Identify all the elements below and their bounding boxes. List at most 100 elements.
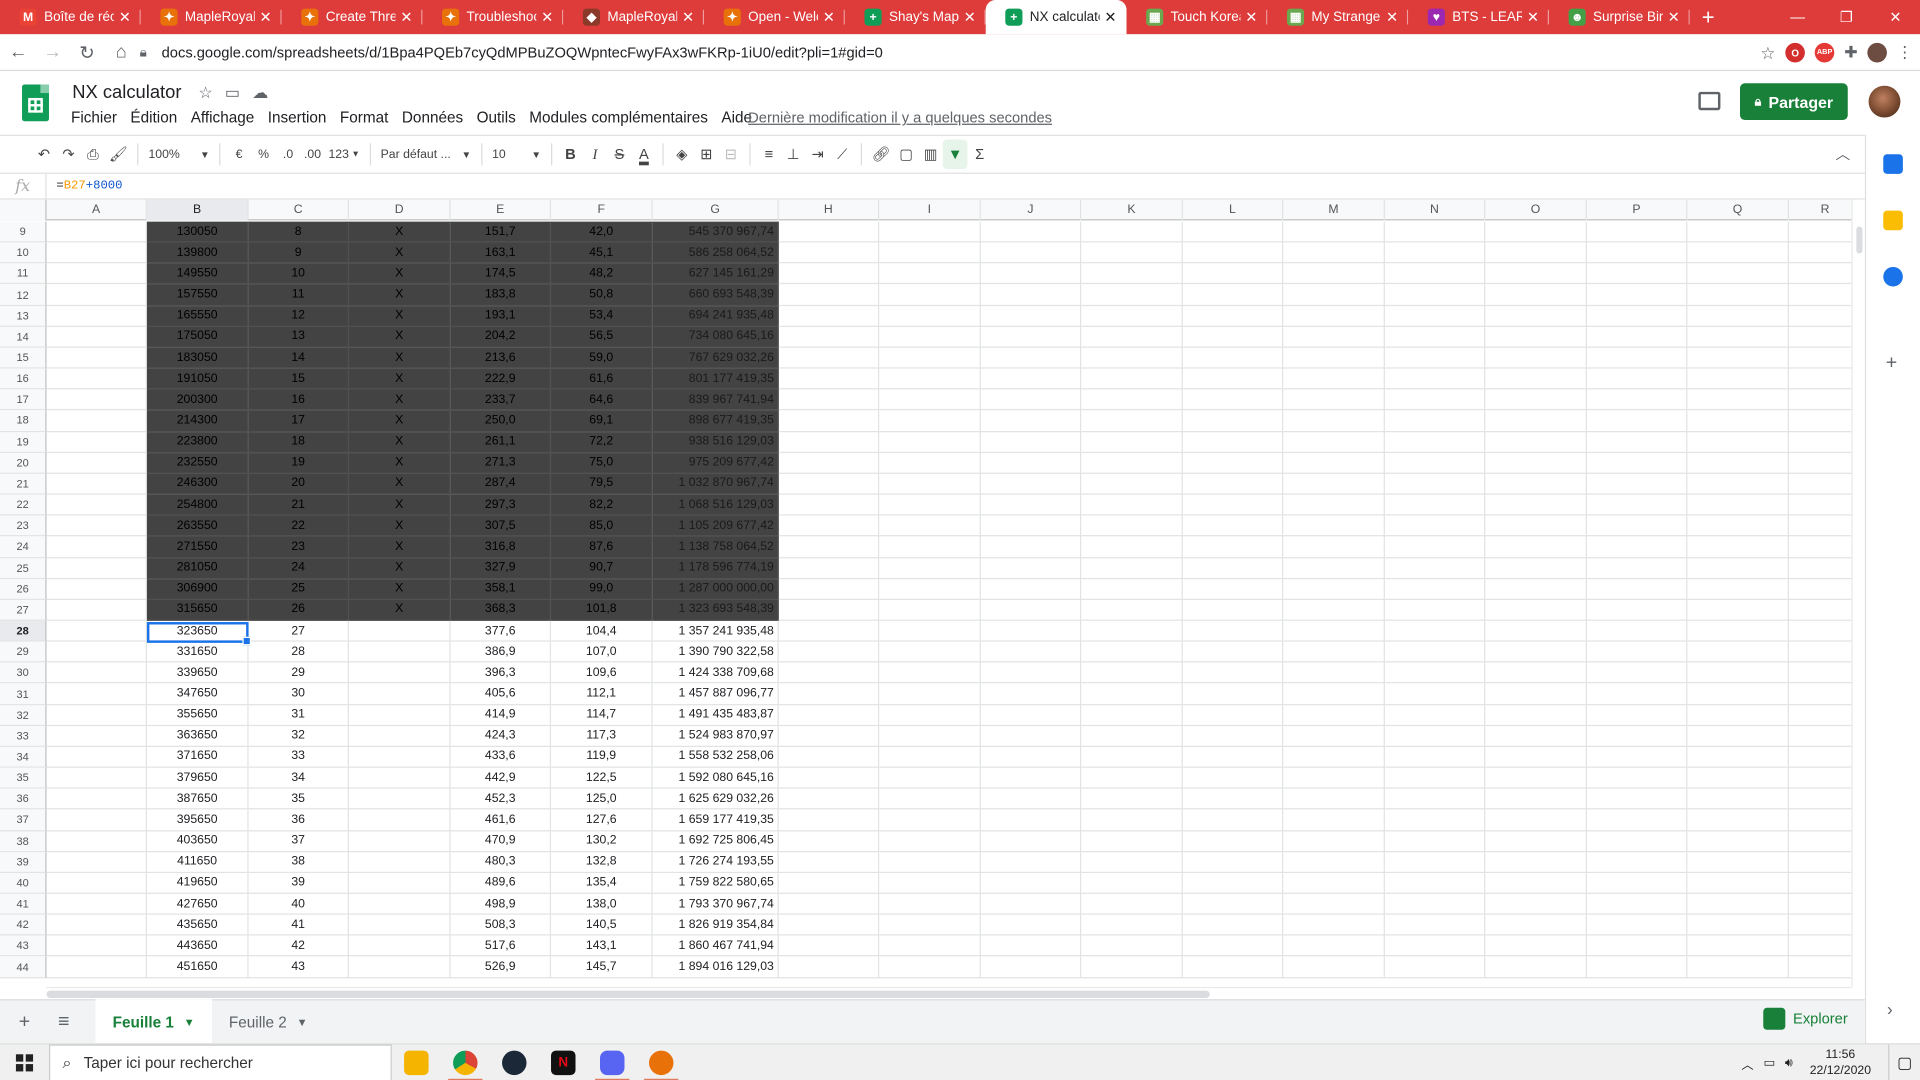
cell-g[interactable]: 694 241 935,48 — [652, 305, 779, 327]
cell-o[interactable] — [1485, 935, 1587, 957]
cell-d[interactable]: X — [348, 599, 451, 621]
cell-p[interactable] — [1586, 557, 1688, 579]
cell-k[interactable] — [1081, 809, 1183, 831]
cell-m[interactable] — [1283, 263, 1385, 285]
cell-q[interactable] — [1687, 242, 1789, 264]
cell-h[interactable] — [778, 410, 880, 432]
cell-k[interactable] — [1081, 536, 1183, 558]
cell-h[interactable] — [778, 620, 880, 642]
cell-p[interactable] — [1586, 788, 1688, 810]
close-tab-icon[interactable]: ✕ — [682, 9, 694, 26]
cell-e[interactable]: 386,9 — [450, 641, 552, 663]
cell-h[interactable] — [778, 263, 880, 285]
cell-f[interactable]: 119,9 — [551, 746, 653, 768]
row-header[interactable]: 29 — [0, 641, 47, 663]
cell-r[interactable] — [1788, 495, 1852, 516]
document-title[interactable]: NX calculator — [72, 82, 181, 103]
cell-f[interactable]: 56,5 — [551, 326, 653, 348]
bookmark-star-icon[interactable]: ☆ — [1760, 42, 1775, 63]
cell-q[interactable] — [1687, 452, 1789, 474]
cell-j[interactable] — [980, 809, 1082, 831]
cell-r[interactable] — [1788, 558, 1852, 579]
cell-j[interactable] — [980, 368, 1082, 390]
cell-e[interactable]: 480,3 — [450, 851, 552, 873]
cell-i[interactable] — [879, 410, 981, 432]
cell-d[interactable]: X — [348, 389, 451, 411]
cell-c[interactable]: 41 — [248, 914, 349, 936]
cell-k[interactable] — [1081, 410, 1183, 432]
cell-q[interactable] — [1687, 578, 1789, 600]
cell-m[interactable] — [1283, 536, 1385, 558]
cell-b[interactable]: 331650 — [146, 641, 249, 663]
cell-r[interactable] — [1788, 327, 1852, 348]
cell-e[interactable]: 271,3 — [450, 452, 552, 474]
cell-k[interactable] — [1081, 641, 1183, 663]
cell-k[interactable] — [1081, 599, 1183, 621]
cell-k[interactable] — [1081, 872, 1183, 894]
cell-r[interactable] — [1788, 285, 1852, 306]
cell-q[interactable] — [1687, 557, 1789, 579]
cell-m[interactable] — [1283, 872, 1385, 894]
cell-a[interactable] — [46, 578, 147, 600]
cell-o[interactable] — [1485, 956, 1587, 978]
taskbar-search[interactable]: ⌕ Taper ici pour rechercher — [48, 1043, 392, 1080]
cell-m[interactable] — [1283, 557, 1385, 579]
cell-k[interactable] — [1081, 389, 1183, 411]
cell-f[interactable]: 82,2 — [551, 494, 653, 516]
cell-o[interactable] — [1485, 767, 1587, 789]
cell-n[interactable] — [1384, 599, 1486, 621]
star-icon[interactable]: ☆ — [198, 83, 212, 103]
cell-g[interactable]: 1 793 370 967,74 — [652, 893, 779, 915]
cell-c[interactable]: 31 — [248, 704, 349, 726]
cell-q[interactable] — [1687, 536, 1789, 558]
cell-f[interactable]: 61,6 — [551, 368, 653, 390]
cell-f[interactable]: 42,0 — [551, 221, 653, 243]
cell-k[interactable] — [1081, 956, 1183, 978]
cell-m[interactable] — [1283, 914, 1385, 936]
cell-i[interactable] — [879, 725, 981, 747]
cell-g[interactable]: 1 759 822 580,65 — [652, 872, 779, 894]
cell-b[interactable]: 443650 — [146, 935, 249, 957]
cell-r[interactable] — [1788, 243, 1852, 264]
cell-h[interactable] — [778, 221, 880, 243]
cell-f[interactable]: 138,0 — [551, 893, 653, 915]
cell-j[interactable] — [980, 767, 1082, 789]
row-header[interactable]: 20 — [0, 452, 47, 474]
cell-m[interactable] — [1283, 767, 1385, 789]
column-header-d[interactable]: D — [349, 199, 451, 221]
cell-o[interactable] — [1485, 641, 1587, 663]
sheet-tab-2[interactable]: Feuille 2 ▼ — [212, 1000, 325, 1044]
cell-f[interactable]: 99,0 — [551, 578, 653, 600]
row-header[interactable]: 40 — [0, 872, 47, 894]
cell-o[interactable] — [1485, 284, 1587, 306]
vertical-align-icon[interactable]: ⊥ — [781, 140, 805, 169]
cell-h[interactable] — [778, 368, 880, 390]
cell-l[interactable] — [1182, 872, 1284, 894]
cell-c[interactable]: 24 — [248, 557, 349, 579]
cell-g[interactable]: 1 178 596 774,19 — [652, 557, 779, 579]
cell-m[interactable] — [1283, 830, 1385, 852]
cell-h[interactable] — [778, 704, 880, 726]
chevron-down-icon[interactable]: ▼ — [297, 1016, 308, 1028]
cell-d[interactable]: X — [348, 305, 451, 327]
cell-e[interactable]: 297,3 — [450, 494, 552, 516]
cell-i[interactable] — [879, 557, 981, 579]
cell-p[interactable] — [1586, 389, 1688, 411]
cell-l[interactable] — [1182, 473, 1284, 495]
cell-p[interactable] — [1586, 956, 1688, 978]
row-header[interactable]: 13 — [0, 305, 47, 327]
cell-a[interactable] — [46, 683, 147, 705]
cell-p[interactable] — [1586, 536, 1688, 558]
cell-b[interactable]: 139800 — [146, 242, 249, 264]
row-header[interactable]: 17 — [0, 389, 47, 411]
cell-r[interactable] — [1788, 873, 1852, 894]
cell-f[interactable]: 132,8 — [551, 851, 653, 873]
cell-r[interactable] — [1788, 621, 1852, 642]
cell-a[interactable] — [46, 347, 147, 369]
cell-k[interactable] — [1081, 935, 1183, 957]
more-formats-button[interactable]: 123 ▼ — [325, 140, 364, 169]
cell-q[interactable] — [1687, 263, 1789, 285]
cell-a[interactable] — [46, 389, 147, 411]
cell-p[interactable] — [1586, 830, 1688, 852]
cell-m[interactable] — [1283, 494, 1385, 516]
